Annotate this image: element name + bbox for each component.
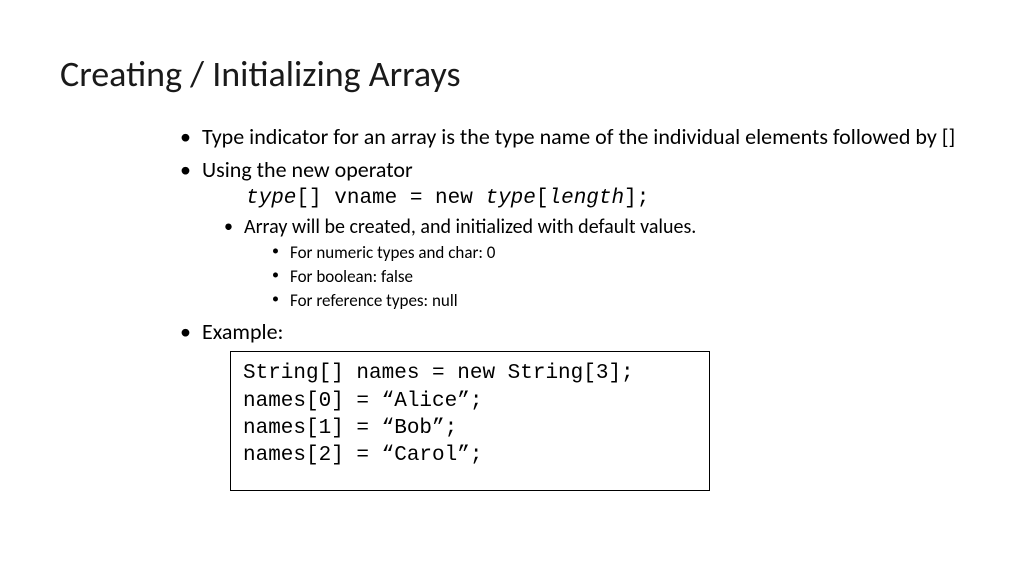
code-token-italic: length	[549, 187, 625, 210]
bullet-text: Array will be created, and initialized w…	[244, 215, 696, 239]
bullet-item: For reference types: null	[272, 290, 964, 312]
code-example-box: String[] names = new String[3]; names[0]…	[230, 351, 710, 490]
bullet-item: Array will be created, and initialized w…	[224, 215, 964, 312]
bullet-item: For numeric types and char: 0	[272, 242, 964, 264]
bullet-text: Example:	[202, 318, 283, 345]
bullet-text: For boolean: false	[290, 266, 413, 287]
code-token-italic: type	[485, 187, 535, 210]
code-token: = new	[397, 187, 485, 210]
code-token: vname	[334, 187, 397, 210]
sub-sub-bullet-list: For numeric types and char: 0 For boolea…	[272, 242, 964, 312]
bullet-text: For reference types: null	[290, 290, 458, 311]
slide-title: Creating / Initializing Arrays	[60, 52, 964, 96]
bullet-list: Type indicator for an array is the type …	[180, 124, 964, 345]
bullet-item: Example:	[180, 319, 964, 346]
code-token: [	[536, 187, 549, 210]
code-syntax-line: type[] vname = new type[length];	[246, 186, 964, 212]
code-token-italic: type	[246, 187, 296, 210]
code-token: ];	[624, 187, 649, 210]
sub-bullet-list: Array will be created, and initialized w…	[224, 215, 964, 312]
bullet-text: Using the new operator	[202, 156, 413, 183]
bullet-text: Type indicator for an array is the type …	[202, 123, 955, 150]
bullet-item: Using the new operator type[] vname = ne…	[180, 157, 964, 313]
bullet-item: For boolean: false	[272, 266, 964, 288]
bullet-text: For numeric types and char: 0	[290, 242, 495, 263]
code-token: []	[296, 187, 334, 210]
bullet-item: Type indicator for an array is the type …	[180, 124, 964, 151]
